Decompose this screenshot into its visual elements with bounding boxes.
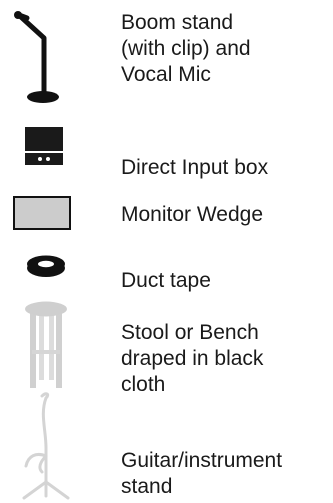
- legend-item-label: Stool or Bench draped in black cloth: [121, 321, 264, 396]
- legend-item-label: Direct Input box: [121, 156, 269, 179]
- legend-item-di-box: Direct Input box: [0, 122, 333, 184]
- legend-item-label: Duct tape: [121, 269, 211, 292]
- legend-item-label: Guitar/instrument stand: [121, 449, 283, 498]
- equipment-legend: Boom stand (with clip) and Vocal Mic Dir…: [0, 0, 333, 503]
- di-box-icon: [25, 127, 63, 165]
- legend-item-guitar-stand: Guitar/instrument stand: [0, 388, 333, 503]
- monitor-wedge-icon: [13, 196, 71, 230]
- legend-item-label: Monitor Wedge: [121, 203, 264, 226]
- legend-item-duct-tape: Duct tape: [0, 250, 333, 294]
- legend-item-monitor-wedge: Monitor Wedge: [0, 190, 333, 240]
- stool-icon: [25, 301, 67, 388]
- guitar-stand-icon: [22, 392, 70, 500]
- legend-item-boom-stand: Boom stand (with clip) and Vocal Mic: [0, 0, 333, 110]
- duct-tape-icon: [27, 255, 65, 277]
- legend-item-label: Boom stand (with clip) and Vocal Mic: [121, 11, 251, 86]
- boom-stand-mic-icon: [14, 11, 59, 103]
